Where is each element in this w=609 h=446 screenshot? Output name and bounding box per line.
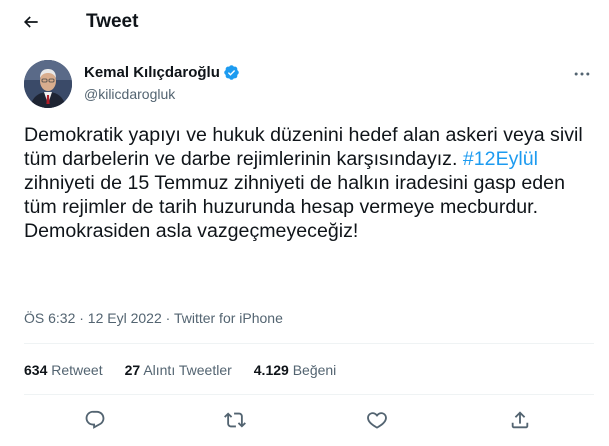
- quote-count[interactable]: 27 Alıntı Tweetler: [125, 362, 232, 378]
- tweet-header: Kemal Kılıçdaroğlu @kilicdarogluk: [0, 56, 609, 112]
- tweet-actions: [24, 405, 594, 435]
- stat-number: 4.129: [253, 362, 289, 378]
- retweet-icon: [224, 412, 246, 428]
- divider: [24, 394, 594, 395]
- tweet-timestamp[interactable]: ÖS 6:32 · 12 Eyl 2022 · Twitter for iPho…: [24, 310, 283, 326]
- share-button[interactable]: [508, 408, 532, 432]
- top-bar: Tweet: [0, 0, 609, 44]
- tweet-stats: 634 Retweet 27 Alıntı Tweetler 4.129 Beğ…: [24, 362, 358, 378]
- more-options-button[interactable]: [570, 62, 594, 86]
- retweet-count[interactable]: 634 Retweet: [24, 362, 103, 378]
- author-name[interactable]: Kemal Kılıçdaroğlu: [84, 64, 220, 81]
- stat-label: Retweet: [51, 362, 103, 378]
- stat-label: Beğeni: [292, 362, 337, 378]
- like-button[interactable]: [365, 408, 389, 432]
- verified-badge-icon: [224, 65, 239, 80]
- tweet-text: Demokratik yapıyı ve hukuk düzenini hede…: [24, 123, 594, 243]
- tweet-text-part: zihniyeti de 15 Temmuz zihniyeti de halk…: [24, 172, 565, 242]
- retweet-button[interactable]: [223, 408, 247, 432]
- arrow-left-icon: [23, 16, 38, 28]
- page-title: Tweet: [86, 11, 139, 32]
- stat-label: Alıntı Tweetler: [143, 362, 232, 378]
- more-horizontal-icon: [574, 72, 590, 76]
- hashtag-link[interactable]: #12Eylül: [463, 148, 538, 170]
- stat-number: 27: [124, 362, 141, 378]
- avatar-image: [24, 60, 72, 108]
- divider: [24, 343, 594, 344]
- reply-button[interactable]: [83, 408, 107, 432]
- back-button[interactable]: [14, 5, 48, 39]
- avatar[interactable]: [24, 60, 72, 108]
- like-count[interactable]: 4.129 Beğeni: [254, 362, 337, 378]
- author-handle[interactable]: @kilicdarogluk: [84, 86, 175, 102]
- heart-icon: [367, 412, 387, 429]
- share-icon: [511, 411, 529, 429]
- author-name-row: Kemal Kılıçdaroğlu: [84, 64, 240, 81]
- reply-icon: [85, 410, 105, 429]
- stat-number: 634: [24, 362, 48, 378]
